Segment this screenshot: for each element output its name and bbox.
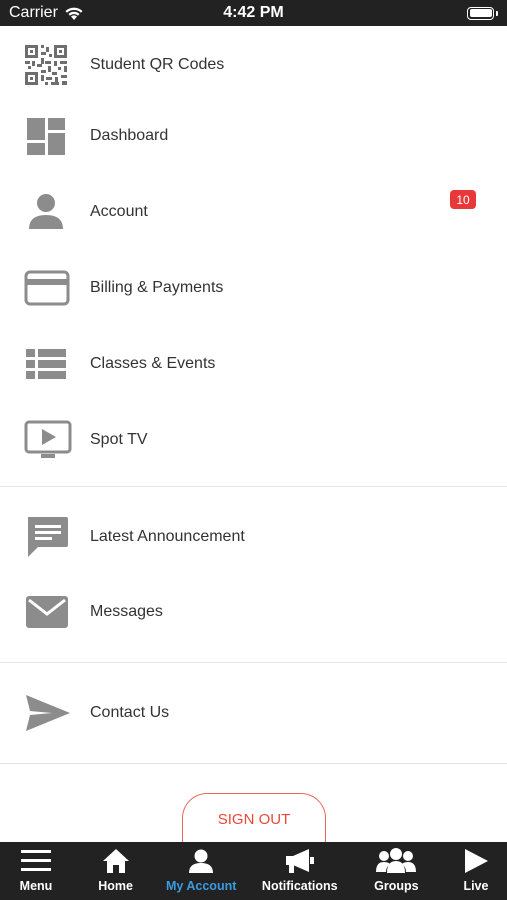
group-icon xyxy=(376,846,417,876)
menu-item-contact-us[interactable]: Contact Us xyxy=(0,663,507,763)
tab-label: Groups xyxy=(374,879,419,893)
tab-label: Live xyxy=(463,879,489,893)
tab-label: Notifications xyxy=(261,879,338,893)
menu-item-label: Account xyxy=(90,202,148,220)
tab-my-account[interactable]: My Account xyxy=(159,842,243,900)
send-icon xyxy=(0,693,90,733)
status-left: Carrier xyxy=(9,4,84,22)
sign-out-button[interactable]: SIGN OUT xyxy=(182,793,326,843)
menu-item-dashboard[interactable]: Dashboard xyxy=(0,104,507,167)
side-menu: Student QR Codes Dashboard Account 10 Bi… xyxy=(0,26,507,764)
menu-item-label: Dashboard xyxy=(90,126,169,144)
sign-out-area: SIGN OUT xyxy=(0,768,507,843)
menu-item-latest-announcement[interactable]: Latest Announcement xyxy=(0,487,507,586)
menu-item-label: Classes & Events xyxy=(90,355,216,372)
wifi-icon xyxy=(65,7,83,20)
home-icon xyxy=(102,846,130,876)
hamburger-icon xyxy=(21,846,51,876)
menu-item-label: Spot TV xyxy=(90,431,148,448)
announcement-icon xyxy=(0,515,90,559)
menu-item-classes-events[interactable]: Classes & Events xyxy=(0,320,507,408)
menu-divider xyxy=(0,763,507,764)
carrier-label: Carrier xyxy=(9,4,58,21)
menu-item-label: Student QR Codes xyxy=(90,56,225,73)
menu-item-label: Latest Announcement xyxy=(90,527,245,545)
menu-item-label: Contact Us xyxy=(90,704,170,721)
credit-card-icon xyxy=(0,270,90,306)
play-icon xyxy=(463,846,489,876)
menu-item-label: Billing & Payments xyxy=(90,279,224,296)
tab-bar: Menu Home My Account Notifications Group… xyxy=(0,842,507,900)
tab-groups[interactable]: Groups xyxy=(356,842,436,900)
tab-label: Menu xyxy=(19,879,53,893)
person-icon xyxy=(0,191,90,233)
account-badge: 10 xyxy=(450,190,476,209)
qr-code-icon xyxy=(0,44,90,86)
menu-item-messages[interactable]: Messages xyxy=(0,586,507,638)
tab-menu[interactable]: Menu xyxy=(0,842,72,900)
tv-play-icon xyxy=(0,420,90,460)
person-icon xyxy=(188,846,214,876)
menu-item-billing-payments[interactable]: Billing & Payments xyxy=(0,256,507,320)
tab-home[interactable]: Home xyxy=(81,842,151,900)
status-bar: Carrier 4:42 PM xyxy=(0,0,507,26)
tab-live[interactable]: Live xyxy=(445,842,507,900)
tab-label: Home xyxy=(98,879,133,893)
megaphone-icon xyxy=(285,846,315,876)
list-icon xyxy=(0,348,90,380)
menu-item-spot-tv[interactable]: Spot TV xyxy=(0,408,507,472)
envelope-icon xyxy=(0,594,90,630)
tab-label: My Account xyxy=(166,879,237,893)
battery-icon xyxy=(467,6,498,20)
dashboard-icon xyxy=(0,115,90,157)
menu-item-account[interactable]: Account 10 xyxy=(0,167,507,256)
menu-item-label: Messages xyxy=(90,603,163,620)
menu-item-student-qr-codes[interactable]: Student QR Codes xyxy=(0,26,507,104)
tab-notifications[interactable]: Notifications xyxy=(252,842,348,900)
